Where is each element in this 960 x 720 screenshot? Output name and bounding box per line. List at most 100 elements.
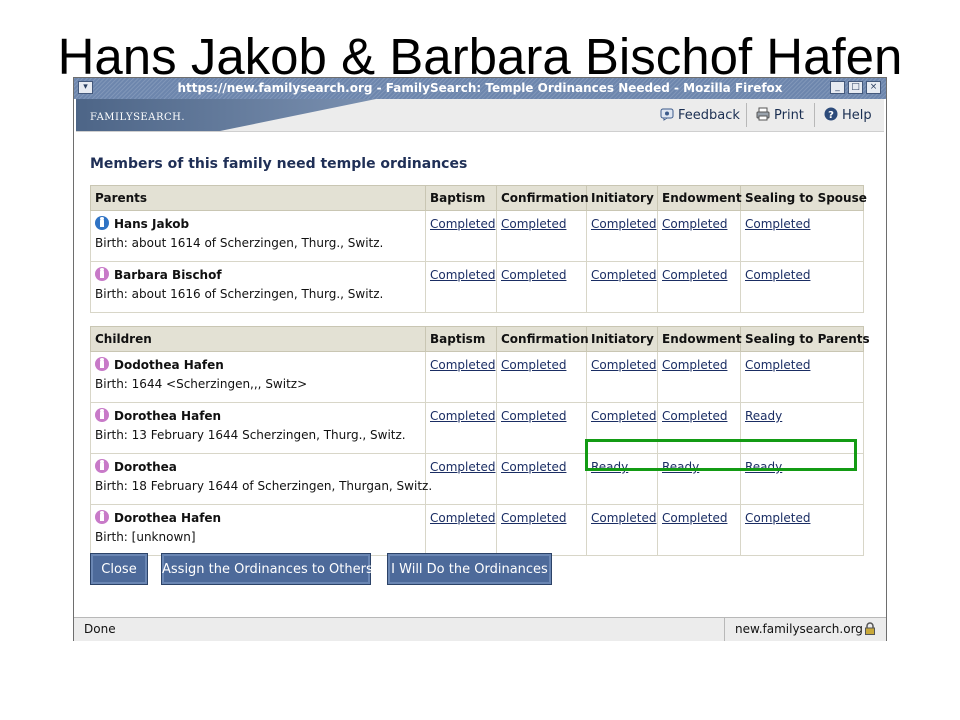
ordinance-cell: Completed xyxy=(496,453,587,505)
confirmation-status-link[interactable]: Completed xyxy=(501,217,566,231)
minimize-button[interactable]: _ xyxy=(830,81,845,94)
table-row: Dorothea Hafen Birth: [unknown] Complete… xyxy=(90,504,864,556)
birth-info: Birth: 13 February 1644 Scherzingen, Thu… xyxy=(95,428,406,442)
person-name[interactable]: Dorothea xyxy=(114,460,177,474)
female-person-icon xyxy=(95,267,109,281)
person-cell: Dorothea Birth: 18 February 1644 of Sche… xyxy=(90,453,433,505)
initiatory-status-link[interactable]: Completed xyxy=(591,217,656,231)
column-header-endowment: Endowment xyxy=(657,185,742,211)
window-titlebar[interactable]: ▾ https://new.familysearch.org - FamilyS… xyxy=(74,78,886,99)
column-header-baptism: Baptism xyxy=(425,185,497,211)
feedback-icon xyxy=(660,108,674,121)
ordinance-cell: Completed xyxy=(425,210,497,262)
site-header: FAMILYSEARCH. Feedback Print ? Help xyxy=(76,99,884,132)
person-cell: Dorothea Hafen Birth: 13 February 1644 S… xyxy=(90,402,426,454)
endowment-status-link[interactable]: Completed xyxy=(662,358,727,372)
person-cell: Barbara Bischof Birth: about 1616 of Sch… xyxy=(90,261,426,313)
person-cell: Dodothea Hafen Birth: 1644 <Scherzingen,… xyxy=(90,351,426,403)
sealing-status-link[interactable]: Completed xyxy=(745,217,810,231)
birth-info: Birth: 1644 <Scherzingen,,, Switz> xyxy=(95,377,308,391)
female-person-icon xyxy=(95,510,109,524)
print-label: Print xyxy=(774,108,804,123)
close-window-button[interactable]: × xyxy=(866,81,881,94)
ordinance-cell: Completed xyxy=(657,210,741,262)
status-domain: new.familysearch.org xyxy=(735,622,863,636)
table-row: Hans Jakob Birth: about 1614 of Scherzin… xyxy=(90,210,864,262)
sealing-status-link[interactable]: Completed xyxy=(745,511,810,525)
header-divider xyxy=(746,103,747,127)
help-label: Help xyxy=(842,108,872,123)
initiatory-status-link[interactable]: Completed xyxy=(591,268,656,282)
ordinance-cell: Completed xyxy=(586,351,658,403)
person-name[interactable]: Dorothea Hafen xyxy=(114,511,221,525)
close-button[interactable]: Close xyxy=(90,553,148,585)
help-link[interactable]: ? Help xyxy=(824,107,872,123)
ordinance-cell: Completed xyxy=(496,210,587,262)
ordinance-cell: Completed xyxy=(586,210,658,262)
baptism-status-link[interactable]: Completed xyxy=(430,409,495,423)
ordinance-cell: Completed xyxy=(740,504,864,556)
parents-table: Parents Baptism Confirmation Initiatory … xyxy=(90,185,867,313)
endowment-status-link[interactable]: Completed xyxy=(662,409,727,423)
ordinance-cell: Completed xyxy=(425,261,497,313)
endowment-status-link[interactable]: Completed xyxy=(662,268,727,282)
header-divider xyxy=(814,103,815,127)
endowment-status-link[interactable]: Completed xyxy=(662,217,727,231)
confirmation-status-link[interactable]: Completed xyxy=(501,511,566,525)
person-cell: Dorothea Hafen Birth: [unknown] xyxy=(90,504,426,556)
male-person-icon xyxy=(95,216,109,230)
column-header-initiatory: Initiatory xyxy=(586,185,658,211)
ordinance-cell: Completed xyxy=(657,261,741,313)
ordinance-cell: Completed xyxy=(586,261,658,313)
person-name[interactable]: Hans Jakob xyxy=(114,217,189,231)
ordinance-cell: Completed xyxy=(425,504,497,556)
person-name[interactable]: Dorothea Hafen xyxy=(114,409,221,423)
baptism-status-link[interactable]: Completed xyxy=(430,358,495,372)
baptism-status-link[interactable]: Completed xyxy=(430,460,495,474)
print-link[interactable]: Print xyxy=(756,107,804,123)
table-header-row: Parents Baptism Confirmation Initiatory … xyxy=(90,185,867,211)
confirmation-status-link[interactable]: Completed xyxy=(501,409,566,423)
ordinance-cell: Completed xyxy=(657,351,741,403)
page-heading: Members of this family need temple ordin… xyxy=(90,156,468,172)
table-row: Barbara Bischof Birth: about 1616 of Sch… xyxy=(90,261,864,313)
baptism-status-link[interactable]: Completed xyxy=(430,511,495,525)
column-header-children: Children xyxy=(90,326,426,352)
column-header-sealing-to-parents: Sealing to Parents xyxy=(740,326,870,352)
sealing-status-link[interactable]: Ready xyxy=(745,409,782,423)
ordinance-cell: Completed xyxy=(657,504,741,556)
assign-ordinances-button[interactable]: Assign the Ordinances to Others xyxy=(161,553,373,585)
confirmation-status-link[interactable]: Completed xyxy=(501,358,566,372)
ordinance-cell: Completed xyxy=(740,210,864,262)
baptism-status-link[interactable]: Completed xyxy=(430,268,495,282)
female-person-icon xyxy=(95,357,109,371)
confirmation-status-link[interactable]: Completed xyxy=(501,460,566,474)
person-name[interactable]: Dodothea Hafen xyxy=(114,358,224,372)
feedback-label: Feedback xyxy=(678,108,740,123)
initiatory-status-link[interactable]: Completed xyxy=(591,409,656,423)
maximize-button[interactable]: □ xyxy=(848,81,863,94)
sealing-status-link[interactable]: Completed xyxy=(745,268,810,282)
confirmation-status-link[interactable]: Completed xyxy=(501,268,566,282)
status-domain-panel: new.familysearch.org xyxy=(724,618,885,641)
status-bar: Done new.familysearch.org xyxy=(74,617,886,641)
status-text: Done xyxy=(84,622,116,636)
endowment-status-link[interactable]: Completed xyxy=(662,511,727,525)
svg-text:?: ? xyxy=(828,110,834,121)
person-cell: Hans Jakob Birth: about 1614 of Scherzin… xyxy=(90,210,426,262)
ordinance-cell: Completed xyxy=(586,504,658,556)
female-person-icon xyxy=(95,459,109,473)
lock-icon[interactable] xyxy=(864,622,876,635)
column-header-parents: Parents xyxy=(90,185,426,211)
person-name[interactable]: Barbara Bischof xyxy=(114,268,222,282)
ready-highlight-box xyxy=(585,439,857,471)
initiatory-status-link[interactable]: Completed xyxy=(591,511,656,525)
ordinance-cell: Completed xyxy=(496,261,587,313)
baptism-status-link[interactable]: Completed xyxy=(430,217,495,231)
birth-info: Birth: 18 February 1644 of Scherzingen, … xyxy=(95,479,433,493)
initiatory-status-link[interactable]: Completed xyxy=(591,358,656,372)
familysearch-logo[interactable]: FAMILYSEARCH. xyxy=(90,112,185,123)
do-ordinances-button[interactable]: I Will Do the Ordinances xyxy=(387,553,552,585)
feedback-link[interactable]: Feedback xyxy=(660,107,740,123)
sealing-status-link[interactable]: Completed xyxy=(745,358,810,372)
